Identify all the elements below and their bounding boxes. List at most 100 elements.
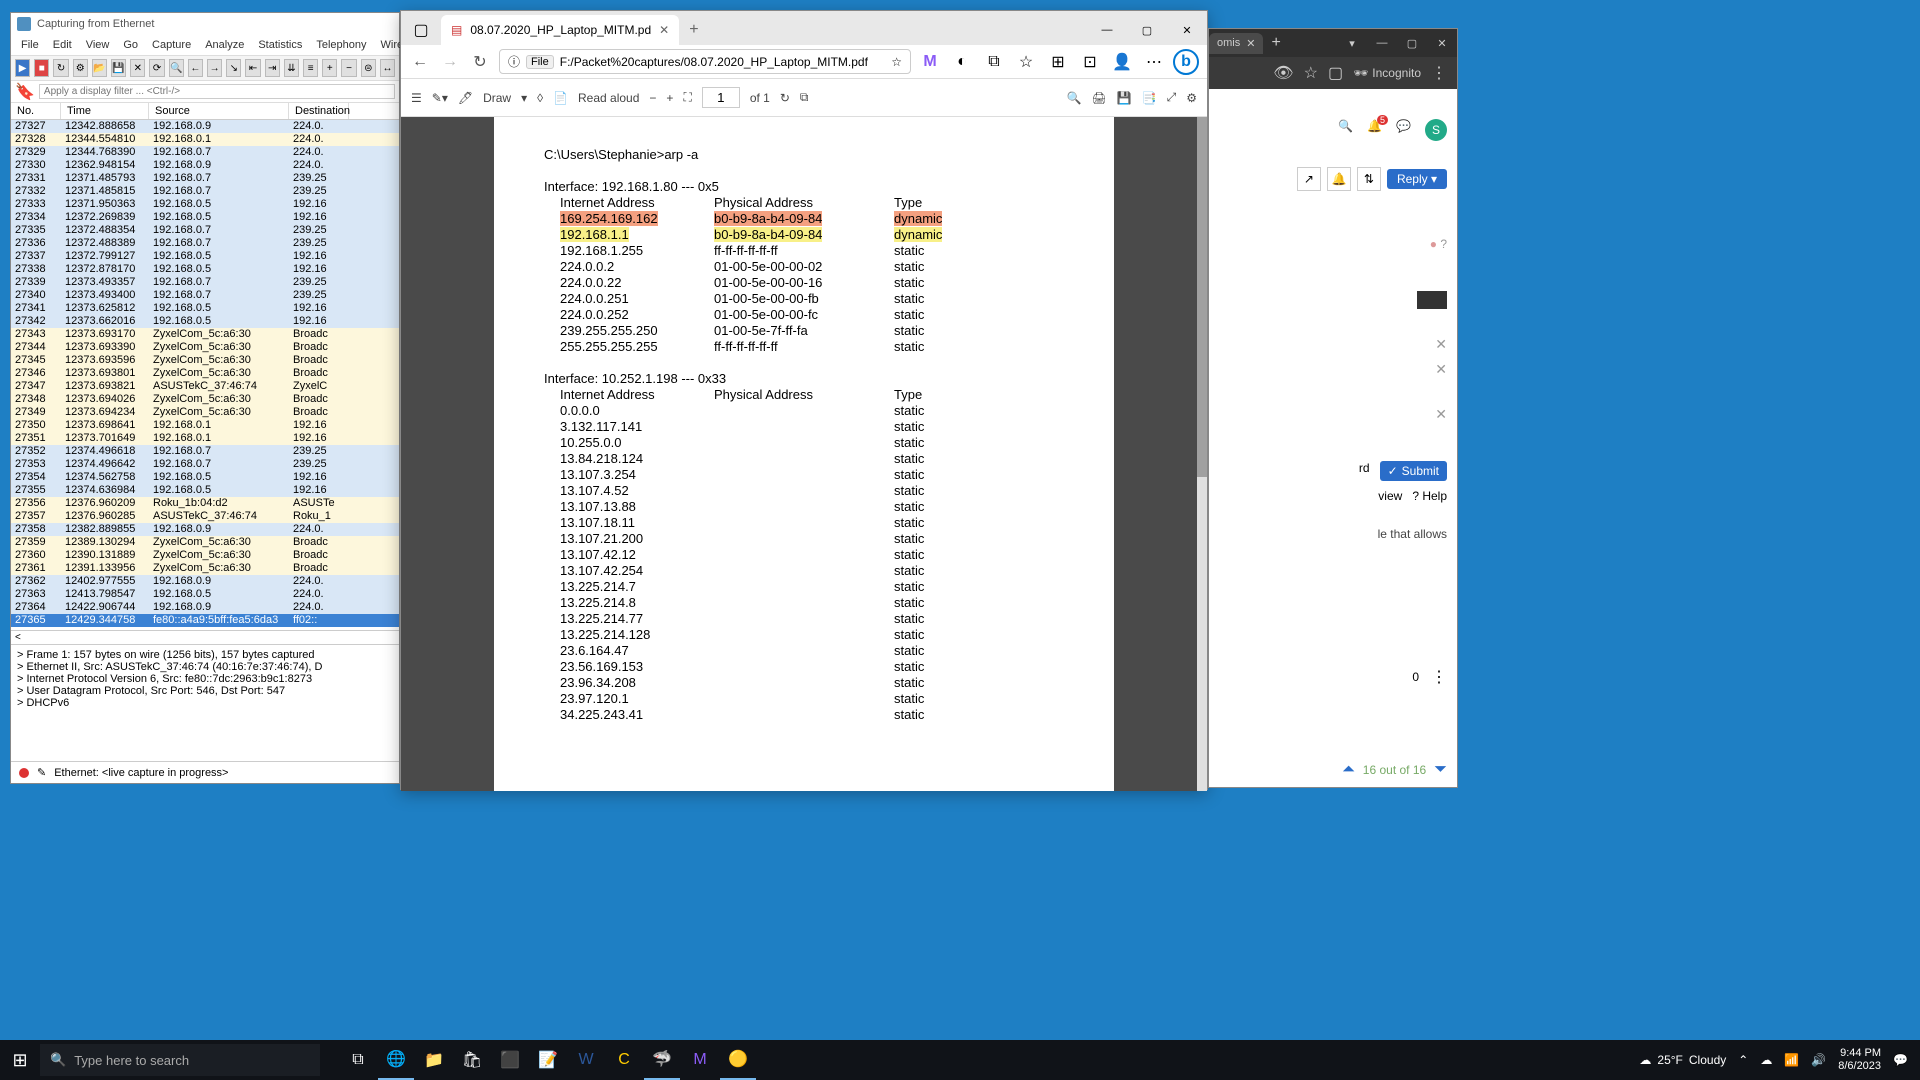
- bell-icon[interactable]: 🔔5: [1367, 119, 1382, 141]
- page-view-icon[interactable]: ⧉: [800, 90, 809, 105]
- packet-row[interactable]: 2735912389.130294ZyxelCom_5c:a6:30Broadc: [11, 536, 399, 549]
- address-bar[interactable]: ⓘ File F:/Packet%20captures/08.07.2020_H…: [499, 49, 911, 74]
- reload-icon[interactable]: ⟳: [149, 59, 164, 77]
- packet-row[interactable]: 2733212371.485815192.168.0.7239.25: [11, 185, 399, 198]
- edge-tab[interactable]: ▤ 08.07.2020_HP_Laptop_MITM.pd ✕: [441, 15, 679, 45]
- mail-icon[interactable]: M: [682, 1040, 718, 1080]
- detail-line[interactable]: > Internet Protocol Version 6, Src: fe80…: [17, 673, 393, 685]
- favorites-icon[interactable]: ☆: [1015, 51, 1037, 73]
- page-down-icon[interactable]: ⏷: [1434, 761, 1447, 779]
- fit-icon[interactable]: ⛶: [683, 90, 691, 105]
- packet-row[interactable]: 2733312371.950363192.168.0.5192.16: [11, 198, 399, 211]
- tray-chevron-icon[interactable]: ⌃: [1738, 1053, 1748, 1067]
- menu-analyze[interactable]: Analyze: [205, 39, 244, 51]
- packet-row[interactable]: 2734812373.694026ZyxelCom_5c:a6:30Broadc: [11, 393, 399, 406]
- packet-list[interactable]: 2732712342.888658192.168.0.9224.0.273281…: [11, 120, 399, 630]
- open-icon[interactable]: ↗: [1297, 167, 1321, 191]
- taskbar-search[interactable]: 🔍 Type here to search: [40, 1044, 320, 1076]
- app-c-icon[interactable]: C: [606, 1040, 642, 1080]
- detail-line[interactable]: > Frame 1: 157 bytes on wire (1256 bits)…: [17, 649, 393, 661]
- col-source-header[interactable]: Source: [149, 103, 289, 119]
- start-button[interactable]: ⊞: [0, 1040, 40, 1080]
- search-icon[interactable]: 🔍: [1067, 91, 1082, 105]
- colorize-icon[interactable]: ≡: [303, 59, 318, 77]
- packet-row[interactable]: 2733012362.948154192.168.0.9224.0.: [11, 159, 399, 172]
- zoom-out-icon[interactable]: −: [341, 59, 356, 77]
- packet-row[interactable]: 2736412422.906744192.168.0.9224.0.: [11, 601, 399, 614]
- detail-line[interactable]: > DHCPv6: [17, 697, 393, 709]
- detail-line[interactable]: > User Datagram Protocol, Src Port: 546,…: [17, 685, 393, 697]
- bookmark-icon[interactable]: ☆: [1304, 63, 1318, 83]
- close-icon[interactable]: ✕: [1167, 15, 1207, 45]
- packet-row[interactable]: 2735312374.496642192.168.0.7239.25: [11, 458, 399, 471]
- close-tag-3[interactable]: ✕: [1219, 402, 1447, 427]
- more-menu-icon[interactable]: ⋮: [1431, 667, 1447, 687]
- next-icon[interactable]: →: [207, 59, 222, 77]
- draw-mode-icon[interactable]: 🖊: [458, 91, 473, 105]
- packet-row[interactable]: 2735812382.889855192.168.0.9224.0.: [11, 523, 399, 536]
- menu-edit[interactable]: Edit: [53, 39, 72, 51]
- packet-row[interactable]: 2734912373.694234ZyxelCom_5c:a6:30Broadc: [11, 406, 399, 419]
- start-capture-icon[interactable]: ▶: [15, 59, 30, 77]
- info-icon[interactable]: ⓘ: [508, 53, 520, 70]
- packet-row[interactable]: 2735712376.960285ASUSTekC_37:46:74Roku_1: [11, 510, 399, 523]
- zoom-out-icon[interactable]: −: [649, 91, 656, 105]
- col-no-header[interactable]: No.: [11, 103, 61, 119]
- first-icon[interactable]: ⇤: [245, 59, 260, 77]
- packet-row[interactable]: 2735512374.636984192.168.0.5192.16: [11, 484, 399, 497]
- minimize-icon[interactable]: —: [1367, 37, 1397, 50]
- options-icon[interactable]: ⚙: [73, 59, 88, 77]
- col-dest-header[interactable]: Destination: [289, 103, 349, 119]
- menu-file[interactable]: File: [21, 39, 39, 51]
- print-icon[interactable]: 🖨: [1091, 91, 1106, 105]
- chrome-new-tab[interactable]: +: [1263, 34, 1288, 52]
- content-search-icon[interactable]: 🔍: [1338, 119, 1353, 141]
- wireshark-taskbar-icon[interactable]: 🦈: [644, 1040, 680, 1080]
- reply-button[interactable]: Reply ▾: [1387, 169, 1447, 189]
- zoom-in-icon[interactable]: +: [322, 59, 337, 77]
- read-aloud-button[interactable]: Read aloud: [578, 91, 639, 105]
- save-icon[interactable]: 💾: [1117, 91, 1132, 105]
- notifications-icon[interactable]: 💬: [1893, 1053, 1908, 1067]
- packet-row[interactable]: 2732812344.554810192.168.0.1224.0.: [11, 133, 399, 146]
- packet-row[interactable]: 2735112373.701649192.168.0.1192.16: [11, 432, 399, 445]
- packet-row[interactable]: 2734412373.693390ZyxelCom_5c:a6:30Broadc: [11, 341, 399, 354]
- notes-icon[interactable]: 📝: [530, 1040, 566, 1080]
- packet-row[interactable]: 2732912344.768390192.168.0.7224.0.: [11, 146, 399, 159]
- close-tab-icon[interactable]: ✕: [1246, 37, 1255, 50]
- bing-icon[interactable]: b: [1173, 49, 1199, 75]
- resize-cols-icon[interactable]: ↔: [380, 59, 395, 77]
- packet-row[interactable]: 2732712342.888658192.168.0.9224.0.: [11, 120, 399, 133]
- maximize-icon[interactable]: ▢: [1127, 15, 1167, 45]
- forward-icon[interactable]: →: [439, 51, 461, 73]
- refresh-icon[interactable]: ↻: [469, 51, 491, 73]
- saveas-icon[interactable]: 📑: [1142, 91, 1157, 105]
- text-icon[interactable]: 📄: [553, 91, 568, 105]
- eye-off-icon[interactable]: 👁: [1273, 63, 1293, 83]
- task-view-icon[interactable]: ⧉: [340, 1040, 376, 1080]
- zoom-reset-icon[interactable]: ⊜: [361, 59, 376, 77]
- ext-shield-icon[interactable]: ◐: [951, 51, 973, 73]
- wifi-icon[interactable]: 📶: [1784, 1053, 1799, 1067]
- menu-capture[interactable]: Capture: [152, 39, 191, 51]
- draw-dropdown-icon[interactable]: ▾: [521, 91, 527, 105]
- volume-icon[interactable]: 🔊: [1811, 1053, 1826, 1067]
- packet-row[interactable]: 2735612376.960209Roku_1b:04:d2ASUSTe: [11, 497, 399, 510]
- minimize-icon[interactable]: —: [1087, 15, 1127, 45]
- stop-capture-icon[interactable]: ■: [34, 59, 49, 77]
- packet-row[interactable]: 2735412374.562758192.168.0.5192.16: [11, 471, 399, 484]
- col-time-header[interactable]: Time: [61, 103, 149, 119]
- maximize-icon[interactable]: ▢: [1397, 37, 1427, 50]
- erase-icon[interactable]: ◊: [537, 91, 543, 105]
- zoom-in-icon[interactable]: +: [666, 91, 673, 105]
- packet-row[interactable]: 2734012373.493400192.168.0.7239.25: [11, 289, 399, 302]
- store-icon[interactable]: 🛍: [454, 1040, 490, 1080]
- settings-icon[interactable]: ⚙: [1186, 91, 1197, 105]
- wireshark-titlebar[interactable]: Capturing from Ethernet: [11, 13, 399, 35]
- packet-row[interactable]: 2733112371.485793192.168.0.7239.25: [11, 172, 399, 185]
- packet-row[interactable]: 2734612373.693801ZyxelCom_5c:a6:30Broadc: [11, 367, 399, 380]
- help-link[interactable]: ? Help: [1412, 489, 1447, 503]
- menu-statistics[interactable]: Statistics: [258, 39, 302, 51]
- page-number-input[interactable]: [702, 87, 740, 108]
- packet-row[interactable]: 2733912373.493357192.168.0.7239.25: [11, 276, 399, 289]
